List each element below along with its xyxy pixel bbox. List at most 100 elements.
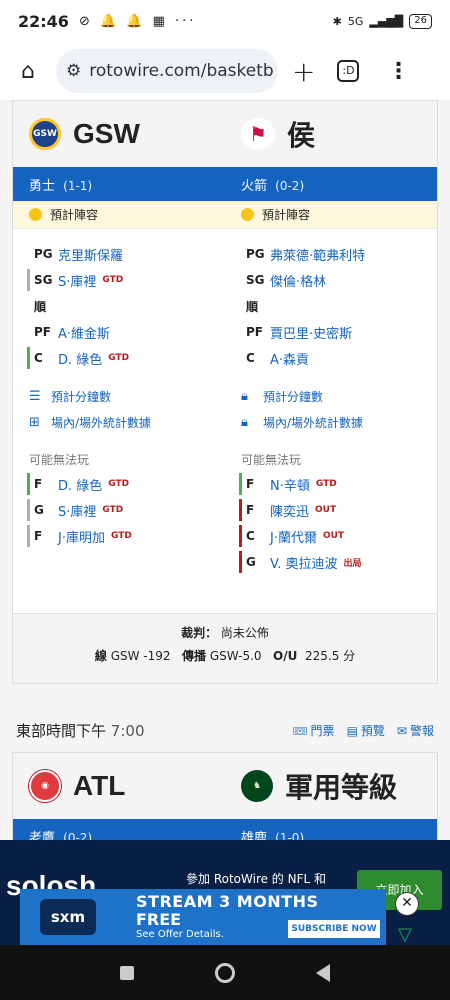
new-tab-icon[interactable]: +: [292, 55, 315, 88]
url-text: rotowire.com/basketb: [89, 61, 274, 81]
player-name-link[interactable]: V. 奧拉迪波: [270, 553, 337, 572]
player-row[interactable]: G V. 奧拉迪波 出局: [239, 549, 437, 575]
address-bar[interactable]: ⚙ rotowire.com/basketb: [56, 49, 278, 93]
player-row[interactable]: C J·蘭代爾 OUT: [239, 523, 437, 549]
player-row[interactable]: PG 弗萊德·範弗利特: [241, 241, 437, 267]
rockets-logo-icon: ⚑: [241, 118, 275, 150]
player-name-link[interactable]: 賈巴里·史密斯: [270, 323, 352, 342]
away-minutes-link[interactable]: ☰ 預計分鐘數: [29, 383, 225, 409]
page-content: GSW GSW ⚑ 侯 勇士 (1-1) 火箭 (0-2) 預計陣容 預計陣容 …: [0, 100, 450, 840]
player-position: C: [34, 351, 43, 365]
clock: 22:46: [18, 11, 69, 31]
player-row[interactable]: C D. 綠色 GTD: [27, 345, 225, 371]
player-row[interactable]: PF A·維金斯: [29, 319, 225, 345]
close-icon[interactable]: ✕: [395, 892, 419, 916]
site-settings-icon[interactable]: ⚙: [66, 61, 81, 81]
injury-status-tag: GTD: [315, 479, 337, 489]
over-under-value: 225.5 分: [304, 649, 356, 663]
lock-icon: 🔒︎: [241, 388, 248, 404]
subscribe-button[interactable]: SUBSCRIBE NOW: [288, 920, 380, 938]
player-name-link[interactable]: D. 綠色: [58, 349, 102, 368]
away-team[interactable]: ◉ ATL: [13, 770, 225, 802]
team-header: ◉ ATL ♞ 軍用等級: [13, 753, 437, 819]
away-team-name: 老鷹: [29, 830, 56, 841]
ad-choices-icon[interactable]: ▽: [398, 924, 412, 945]
injury-status-tag: GTD: [110, 531, 132, 541]
player-row[interactable]: SG S·庫裡 GTD: [27, 267, 225, 293]
player-name-link[interactable]: A·森貢: [270, 349, 309, 368]
status-bar: 22:46 ⊘ 🔔 🔔 ▦ ··· ✱ 5G ▂▄▆█ 26: [0, 0, 450, 42]
browser-toolbar: ⌂ ⚙ rotowire.com/basketb + :D ⋮: [0, 42, 450, 100]
team-header: GSW GSW ⚑ 侯: [13, 101, 437, 167]
tickets-link[interactable]: 🎟︎ 門票: [292, 722, 334, 739]
hawks-logo-icon: ◉: [29, 770, 61, 802]
player-name-link[interactable]: D. 綠色: [58, 475, 102, 494]
player-name-link[interactable]: 克里斯保羅: [58, 245, 123, 264]
status-dot-icon: [241, 208, 254, 221]
recents-icon[interactable]: [120, 965, 135, 980]
player-row[interactable]: C A·森貢: [241, 345, 437, 371]
warriors-logo-icon: GSW: [29, 118, 61, 150]
player-name-link[interactable]: A·維金斯: [58, 323, 110, 342]
player-row: 順: [29, 293, 225, 319]
preview-link[interactable]: ▤ 預覽: [347, 722, 385, 739]
home-button-icon[interactable]: [214, 962, 235, 983]
player-row[interactable]: PG 克里斯保羅: [29, 241, 225, 267]
player-position: 順: [246, 299, 259, 314]
player-row[interactable]: G S·庫裡 GTD: [27, 497, 225, 523]
player-row[interactable]: F J·庫明加 GTD: [27, 523, 225, 549]
sxm-logo: sxm: [40, 899, 96, 935]
team-name-bar: 老鷹 (0-2) 雄鹿 (1-0): [13, 819, 437, 840]
player-name-link[interactable]: N·辛頓: [270, 475, 310, 494]
player-row[interactable]: SG 傑倫·格林: [241, 267, 437, 293]
signal-icon: ▂▄▆█: [369, 14, 404, 28]
away-splits-link[interactable]: ⊞ 場內/場外統計數據: [29, 409, 225, 435]
spread-label: 傳播: [181, 649, 206, 663]
player-row[interactable]: F D. 綠色 GTD: [27, 471, 225, 497]
player-position: F: [34, 477, 43, 491]
alerts-link[interactable]: ✉ 警報: [397, 722, 434, 739]
game-time-prefix: 東部時間下午: [16, 721, 107, 740]
back-icon[interactable]: [315, 963, 330, 982]
ad-banner[interactable]: sxm STREAM 3 MONTHS FREE See Offer Detai…: [20, 889, 386, 945]
player-row[interactable]: PF 賈巴里·史密斯: [241, 319, 437, 345]
away-team-abbr: GSW: [73, 118, 140, 149]
line-value: GSW -192: [110, 649, 171, 663]
player-name-link[interactable]: J·蘭代爾: [270, 527, 317, 546]
player-row[interactable]: F 陳奕迅 OUT: [239, 497, 437, 523]
lineup-status-bar: 預計陣容 預計陣容: [13, 201, 437, 229]
network-icon: 5G: [347, 14, 364, 28]
more-menu-icon[interactable]: ⋮: [387, 59, 409, 84]
home-icon[interactable]: ⌂: [12, 59, 44, 84]
player-name-link[interactable]: 傑倫·格林: [270, 271, 326, 290]
away-team[interactable]: GSW GSW: [13, 118, 225, 150]
player-name-link[interactable]: S·庫裡: [58, 271, 96, 290]
system-nav-bar: [0, 945, 450, 1000]
player-name-link[interactable]: 弗萊德·範弗利特: [270, 245, 365, 264]
spread-value: GSW-5.0: [209, 649, 262, 663]
referee-label: 裁判：: [181, 626, 218, 640]
home-team[interactable]: ♞ 軍用等級: [225, 766, 437, 806]
line-label: 線: [94, 649, 107, 663]
away-team-name: 勇士: [29, 178, 56, 194]
home-lineup: PG 弗萊德·範弗利特 SG 傑倫·格林順 PF 賈巴里·史密斯 C A·森貢: [225, 229, 437, 371]
player-name-link[interactable]: S·庫裡: [58, 501, 96, 520]
game-info-box: 裁判： 尚未公佈 線 GSW -192 傳播 GSW-5.0 O/U 225.5…: [13, 613, 437, 683]
player-name-link[interactable]: 陳奕迅: [270, 501, 309, 520]
lineups: PG 克里斯保羅 SG S·庫裡 GTD 順 PF A·維金斯 C D. 綠色 GTD PG 弗萊德·…: [13, 229, 437, 371]
injury-status-tag: GTD: [108, 479, 130, 489]
home-injury-list: F N·辛頓 GTD F 陳奕迅 OUT C J·蘭代爾 OUT G V. 奧拉迪波 出局: [239, 471, 437, 575]
home-team[interactable]: ⚑ 侯: [225, 114, 437, 154]
tab-switcher-button[interactable]: :D: [337, 60, 360, 82]
court-icon: ⊞: [29, 414, 40, 430]
home-minutes-link[interactable]: 🔒︎ 預計分鐘數: [241, 383, 437, 409]
player-row[interactable]: F N·辛頓 GTD: [239, 471, 437, 497]
injury-status-tag: OUT: [315, 505, 337, 515]
player-name-link[interactable]: J·庫明加: [58, 527, 105, 546]
away-lineup: PG 克里斯保羅 SG S·庫裡 GTD 順 PF A·維金斯 C D. 綠色 GTD: [13, 229, 225, 371]
home-splits-link[interactable]: 🔒︎ 場內/場外統計數據: [241, 409, 437, 435]
home-team-name: 雄鹿: [241, 830, 268, 841]
player-position: PF: [246, 325, 263, 339]
game-card: ◉ ATL ♞ 軍用等級 老鷹 (0-2) 雄鹿 (1-0): [12, 752, 438, 840]
away-team-record: (1-1): [63, 178, 93, 193]
